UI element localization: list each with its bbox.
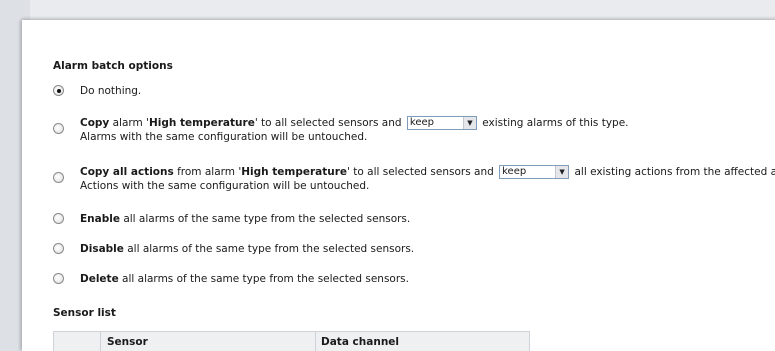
radio-do-nothing[interactable]: [53, 85, 64, 96]
copy-text-2: ' to all selected sensors and: [254, 117, 405, 129]
radio-copy-alarm[interactable]: [53, 123, 64, 134]
alarm-batch-title: Alarm batch options: [53, 60, 173, 72]
copy-mode-value: keep: [409, 117, 434, 128]
chevron-down-icon[interactable]: ▼: [462, 117, 476, 129]
option-do-nothing-label: Do nothing.: [80, 85, 142, 97]
column-sensor[interactable]: Sensor: [107, 336, 148, 348]
enable-text: all alarms of the same type from the sel…: [119, 213, 411, 225]
disable-label: Disable: [80, 243, 124, 255]
sensor-table-header: Sensor Data channel: [53, 331, 530, 351]
option-delete-label: Delete all alarms of the same type from …: [80, 272, 409, 286]
option-copy-actions-label: Copy all actions from alarm 'High temper…: [80, 165, 775, 193]
copy-actions-text-1: from alarm ': [173, 166, 242, 178]
alarm-name: High temperature: [149, 117, 255, 129]
copy-mode-select[interactable]: keep ▼: [406, 116, 477, 130]
copy-actions-mode-select[interactable]: keep ▼: [499, 165, 570, 179]
copy-text-1: alarm ': [109, 117, 149, 129]
copy-text-3: existing alarms of this type.: [478, 117, 629, 129]
copy-sub-text: Alarms with the same configuration will …: [80, 131, 368, 143]
column-divider: [315, 332, 316, 351]
option-enable-label: Enable all alarms of the same type from …: [80, 212, 410, 226]
copy-actions-text-3: all existing actions from the affected a…: [574, 166, 775, 178]
chevron-down-icon[interactable]: ▼: [555, 166, 569, 178]
option-disable-label: Disable all alarms of the same type from…: [80, 242, 414, 256]
radio-delete[interactable]: [53, 273, 64, 284]
delete-text: all alarms of the same type from the sel…: [118, 273, 409, 285]
alarm-name: High temperature: [241, 166, 348, 178]
sensor-list-title: Sensor list: [53, 307, 116, 319]
copy-actions-sub-text: Actions with the same configuration will…: [80, 180, 370, 192]
option-copy-alarm-label: Copy alarm 'High temperature' to all sel…: [80, 116, 629, 144]
column-data-channel[interactable]: Data channel: [321, 336, 399, 348]
radio-disable[interactable]: [53, 243, 64, 254]
column-divider: [100, 332, 101, 351]
copy-actions-text-2: ' to all selected sensors and: [347, 166, 498, 178]
delete-label: Delete: [80, 273, 119, 285]
radio-enable[interactable]: [53, 213, 64, 224]
disable-text: all alarms of the same type from the sel…: [123, 243, 415, 255]
enable-label: Enable: [80, 213, 120, 225]
copy-label: Copy: [80, 117, 110, 129]
copy-actions-label: Copy all actions: [80, 166, 174, 178]
radio-copy-actions[interactable]: [53, 172, 64, 183]
alarm-batch-panel: Alarm batch options Do nothing. Copy ala…: [22, 20, 775, 351]
copy-actions-mode-value: keep: [502, 166, 527, 177]
